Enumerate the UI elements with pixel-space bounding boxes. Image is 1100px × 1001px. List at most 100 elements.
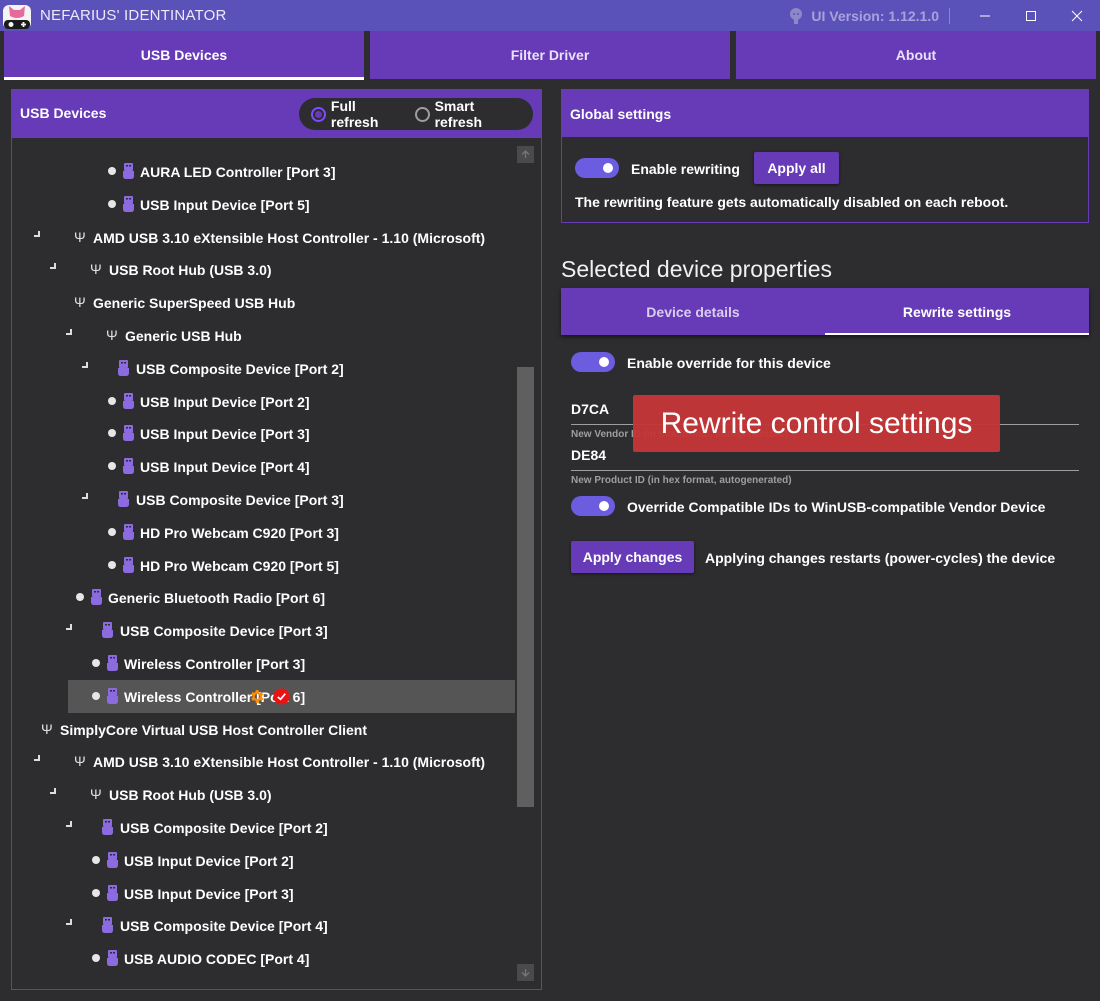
radio-unchecked-icon	[414, 106, 430, 122]
leaf-bullet-icon	[92, 954, 100, 963]
github-icon[interactable]	[787, 7, 805, 25]
tree-row-label: USB Root Hub (USB 3.0)	[109, 262, 272, 279]
product-id-field[interactable]: DE84 New Product ID (in hex format, auto…	[571, 447, 1079, 486]
tree-row[interactable]: USB Composite Device [Port 4]	[12, 909, 515, 942]
tree-row-label: USB Input Device [Port 3]	[140, 426, 310, 443]
maximize-button[interactable]	[1008, 0, 1054, 31]
tree-row[interactable]: USB Composite Device [Port 3]	[12, 614, 515, 647]
tree-expander-icon[interactable]	[66, 919, 76, 929]
gear-icon[interactable]	[248, 688, 265, 705]
usb-device-icon	[107, 851, 118, 868]
tree-row-label: USB Input Device [Port 2]	[140, 393, 310, 410]
enable-rewriting-toggle[interactable]	[575, 158, 619, 178]
tree-expander-icon[interactable]	[82, 493, 92, 503]
tree-row[interactable]: HD Pro Webcam C920 [Port 3]	[12, 516, 515, 549]
tree-row[interactable]: USB Input Device [Port 3]	[12, 877, 515, 910]
leaf-bullet-icon	[108, 462, 116, 471]
collapse-glyph	[50, 788, 56, 795]
tree-scrollbar[interactable]	[515, 138, 541, 989]
tree-expander-icon[interactable]	[82, 361, 92, 372]
tree-expander-icon[interactable]	[50, 263, 60, 273]
tree-row-label: Generic Bluetooth Radio [Port 6]	[108, 590, 326, 607]
tree-row[interactable]: USB AUDIO CODEC [Port 4]	[12, 942, 515, 975]
tree-row[interactable]: Ψ AMD USB 3.10 eXtensible Host Controller…	[12, 745, 515, 778]
tree-row[interactable]: Ψ Generic USB Hub	[12, 319, 515, 352]
titlebar-separator	[949, 7, 950, 24]
tree-row[interactable]: USB Composite Device [Port 2]	[12, 811, 515, 844]
check-icon	[273, 688, 290, 705]
tree-row[interactable]: HD Pro Webcam C920 [Port 5]	[12, 549, 515, 582]
tree-row[interactable]: Ψ USB Root Hub (USB 3.0)	[12, 253, 515, 286]
tab-rewrite-settings[interactable]: Rewrite settings	[825, 288, 1089, 335]
product-id-underline	[571, 470, 1079, 471]
tree-row-label: HD Pro Webcam C920 [Port 3]	[140, 524, 339, 541]
tree-row[interactable]: Ψ Generic SuperSpeed USB Hub	[12, 286, 515, 319]
scroll-down-button[interactable]	[517, 964, 534, 981]
tree-row[interactable]: USB Input Device [Port 2]	[12, 385, 515, 418]
tree-row-label: SimplyCore Virtual USB Host Controller C…	[60, 721, 368, 738]
tree-row[interactable]: USB Input Device [Port 4]	[12, 450, 515, 483]
device-properties-tabs: Device details Rewrite settings	[561, 288, 1089, 335]
usb-composite-icon	[102, 622, 113, 639]
usb-device-icon	[123, 523, 134, 540]
tab-usb-devices[interactable]: USB Devices	[4, 31, 364, 80]
tab-about[interactable]: About	[736, 31, 1096, 79]
collapse-glyph	[34, 230, 40, 237]
device-properties-title: Selected device properties	[561, 256, 833, 282]
usb-device-icon	[91, 589, 102, 606]
scroll-up-button[interactable]	[517, 146, 534, 163]
tree-expander-icon[interactable]	[66, 624, 76, 634]
tree-row-label: AURA LED Controller [Port 3]	[140, 164, 336, 180]
override-compat-toggle[interactable]	[571, 496, 615, 516]
tree-expander-icon[interactable]	[66, 821, 76, 831]
collapse-glyph	[66, 624, 72, 631]
usb-devices-title: USB Devices	[20, 105, 107, 121]
usb-device-icon	[123, 425, 134, 442]
tree-row[interactable]: Wireless Controller [Port 6]	[12, 679, 515, 713]
global-settings-header: Global settings	[562, 90, 1088, 137]
collapse-glyph	[34, 755, 40, 762]
tree-row[interactable]: USB Input Device [Port 2]	[12, 844, 515, 877]
tree-row-label: USB Composite Device [Port 3]	[136, 492, 344, 508]
tree-row[interactable]: Generic Bluetooth Radio [Port 6]	[12, 581, 515, 614]
tree-row[interactable]: Ψ USB Root Hub (USB 3.0)	[12, 778, 515, 811]
collapse-glyph	[50, 263, 56, 270]
apply-all-button[interactable]: Apply all	[754, 152, 839, 184]
tab-filter-driver[interactable]: Filter Driver	[370, 31, 730, 79]
tree-row[interactable]: AURA LED Controller [Port 3]	[12, 155, 515, 188]
full-refresh-radio[interactable]: Full refresh	[311, 98, 407, 130]
close-button[interactable]	[1054, 0, 1100, 31]
usb-device-icon	[107, 655, 118, 671]
global-settings-card: Global settings Enable rewriting Apply a…	[561, 89, 1089, 223]
tree-row[interactable]: Ψ AMD USB 3.10 eXtensible Host Controller…	[12, 221, 515, 254]
arrow-down-icon	[521, 969, 530, 977]
tree-expander-icon[interactable]	[34, 755, 44, 765]
tree-row[interactable]: USB Composite Device [Port 3]	[12, 483, 515, 516]
apply-changes-button[interactable]: Apply changes	[571, 541, 694, 573]
tree-row-label: USB Root Hub (USB 3.0)	[109, 787, 272, 804]
leaf-bullet-icon	[92, 855, 100, 864]
usb-hub-icon: Ψ	[74, 294, 86, 311]
tree-row-label: USB Input Device [Port 5]	[140, 196, 310, 213]
usb-hub-icon: Ψ	[90, 261, 102, 278]
tree-row[interactable]: Wireless Controller [Port 3]	[12, 647, 515, 680]
scroll-thumb[interactable]	[517, 367, 534, 807]
tab-device-details[interactable]: Device details	[561, 288, 825, 335]
rewriting-note: The rewriting feature gets automatically…	[575, 194, 1009, 210]
tree-expander-icon[interactable]	[66, 329, 76, 339]
tree-row[interactable]: USB Input Device [Port 5]	[12, 188, 515, 221]
enable-override-toggle[interactable]	[571, 352, 615, 372]
smart-refresh-radio[interactable]: Smart refresh	[414, 98, 525, 130]
leaf-bullet-icon	[92, 691, 100, 700]
tree-expander-icon[interactable]	[50, 788, 60, 798]
tree-row[interactable]: Ψ SimplyCore Virtual USB Host Controller …	[12, 713, 515, 746]
tree-row[interactable]: USB Input Device [Port 3]	[12, 417, 515, 450]
tree-expander-icon[interactable]	[34, 230, 44, 241]
enable-rewriting-label: Enable rewriting	[631, 161, 740, 177]
device-tree[interactable]: AURA LED Controller [Port 3] USB Input De…	[12, 138, 515, 989]
tree-row[interactable]: USB Composite Device [Port 2]	[12, 352, 515, 385]
refresh-mode-group: Full refresh Smart refresh	[299, 98, 533, 130]
tree-row-label: Generic SuperSpeed USB Hub	[93, 295, 296, 312]
usb-hub-icon: Ψ	[106, 327, 118, 343]
minimize-button[interactable]	[962, 0, 1008, 31]
